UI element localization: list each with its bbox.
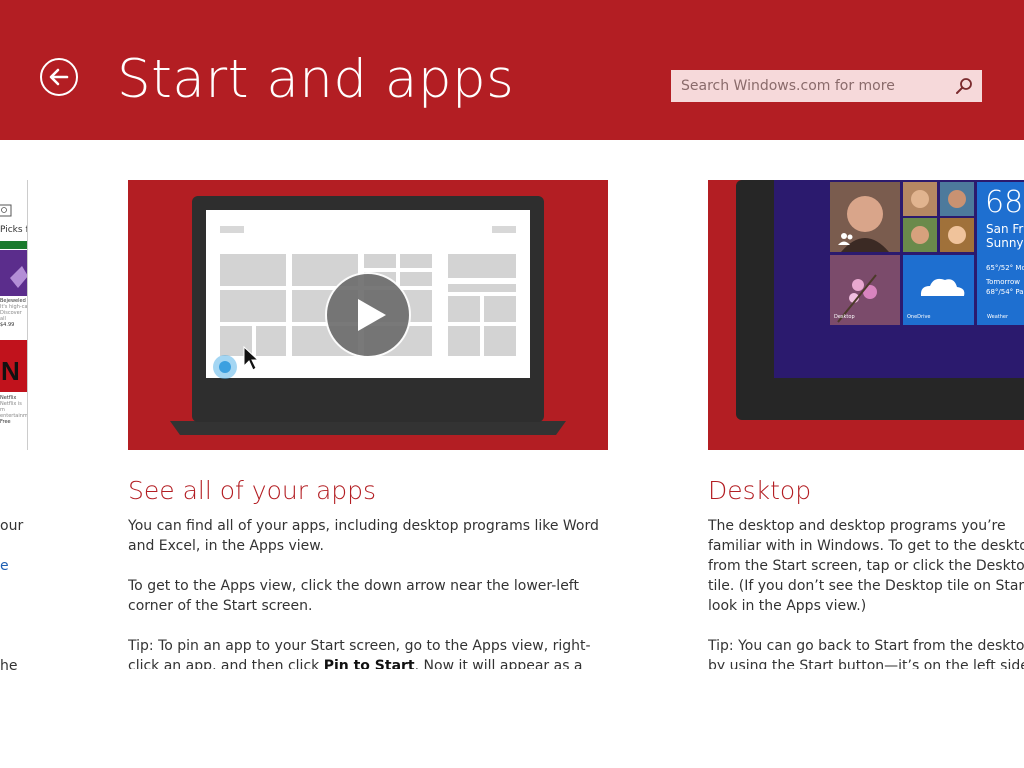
- store-card-image[interactable]: N Picks for Bejeweled L It's high-ca Dis…: [0, 180, 28, 450]
- store-app2-desc: Netflix is m entertainme: [0, 401, 28, 419]
- apps-card-text-clip: You can find all of your apps, including…: [128, 516, 608, 669]
- desktop-paragraph-2: Tip: You can go back to Start from the d…: [708, 638, 1024, 669]
- app-header: Start and apps: [0, 0, 1024, 140]
- weather-today: 65°/52° Mos: [986, 264, 1024, 272]
- apps-card-heading: See all of your apps: [128, 476, 377, 505]
- svg-text:N: N: [1, 356, 20, 386]
- apps-video-thumbnail[interactable]: [128, 180, 608, 450]
- mouse-cursor-icon: [243, 346, 260, 371]
- store-heading: Picks for: [0, 225, 27, 235]
- left-card-text-fragment: he: [0, 658, 18, 674]
- tile-onedrive-label: OneDrive: [907, 314, 931, 320]
- store-app1: Bejeweled L It's high-ca Discover all $4…: [0, 298, 28, 328]
- store-app2-price: Free: [0, 419, 11, 425]
- apps-paragraph-2: To get to the Apps view, click the down …: [128, 578, 579, 614]
- people-icon: [838, 233, 853, 245]
- tablet-start-screen: [708, 180, 1024, 450]
- search-input[interactable]: [671, 70, 951, 102]
- pin-to-start-label: Pin to Start: [323, 658, 415, 669]
- left-card-text-fragment: our: [0, 518, 24, 534]
- tile-desktop-label: Desktop: [834, 314, 855, 320]
- weather-city: San Fra: [986, 222, 1024, 236]
- apps-paragraph-1: You can find all of your apps, including…: [128, 518, 599, 554]
- weather-temperature: 68: [985, 185, 1024, 220]
- store-app1-price: $4.99: [0, 322, 15, 328]
- weather-tomorrow: 68°/54° Part: [986, 288, 1024, 296]
- desktop-card-heading: Desktop: [708, 476, 812, 505]
- search-box[interactable]: [671, 70, 982, 102]
- desktop-paragraph-1: The desktop and desktop programs you’re …: [708, 518, 1024, 614]
- back-button[interactable]: [40, 58, 78, 96]
- search-icon[interactable]: [955, 77, 973, 95]
- weather-tomorrow-label: Tomorrow: [986, 278, 1020, 286]
- page-title: Start and apps: [117, 49, 515, 110]
- store-app1-desc: It's high-ca Discover all: [0, 304, 28, 322]
- play-icon[interactable]: [324, 271, 412, 359]
- apps-paragraph-3: Tip: To pin an app to your Start screen,…: [128, 636, 608, 669]
- left-card-link-fragment[interactable]: e: [0, 556, 9, 576]
- desktop-card-image[interactable]: Desktop OneDrive Weather 68 San Fra Sunn…: [708, 180, 1024, 450]
- weather-condition: Sunny: [986, 236, 1024, 250]
- apps-card-body: You can find all of your apps, including…: [128, 516, 608, 669]
- back-arrow-icon: [49, 68, 69, 86]
- desktop-card-body: The desktop and desktop programs you’re …: [708, 516, 1024, 669]
- tile-weather-label: Weather: [987, 314, 1009, 320]
- store-app2: Netflix Netflix is m entertainme Free: [0, 395, 28, 425]
- desktop-card-text-clip: The desktop and desktop programs you’re …: [708, 516, 1024, 669]
